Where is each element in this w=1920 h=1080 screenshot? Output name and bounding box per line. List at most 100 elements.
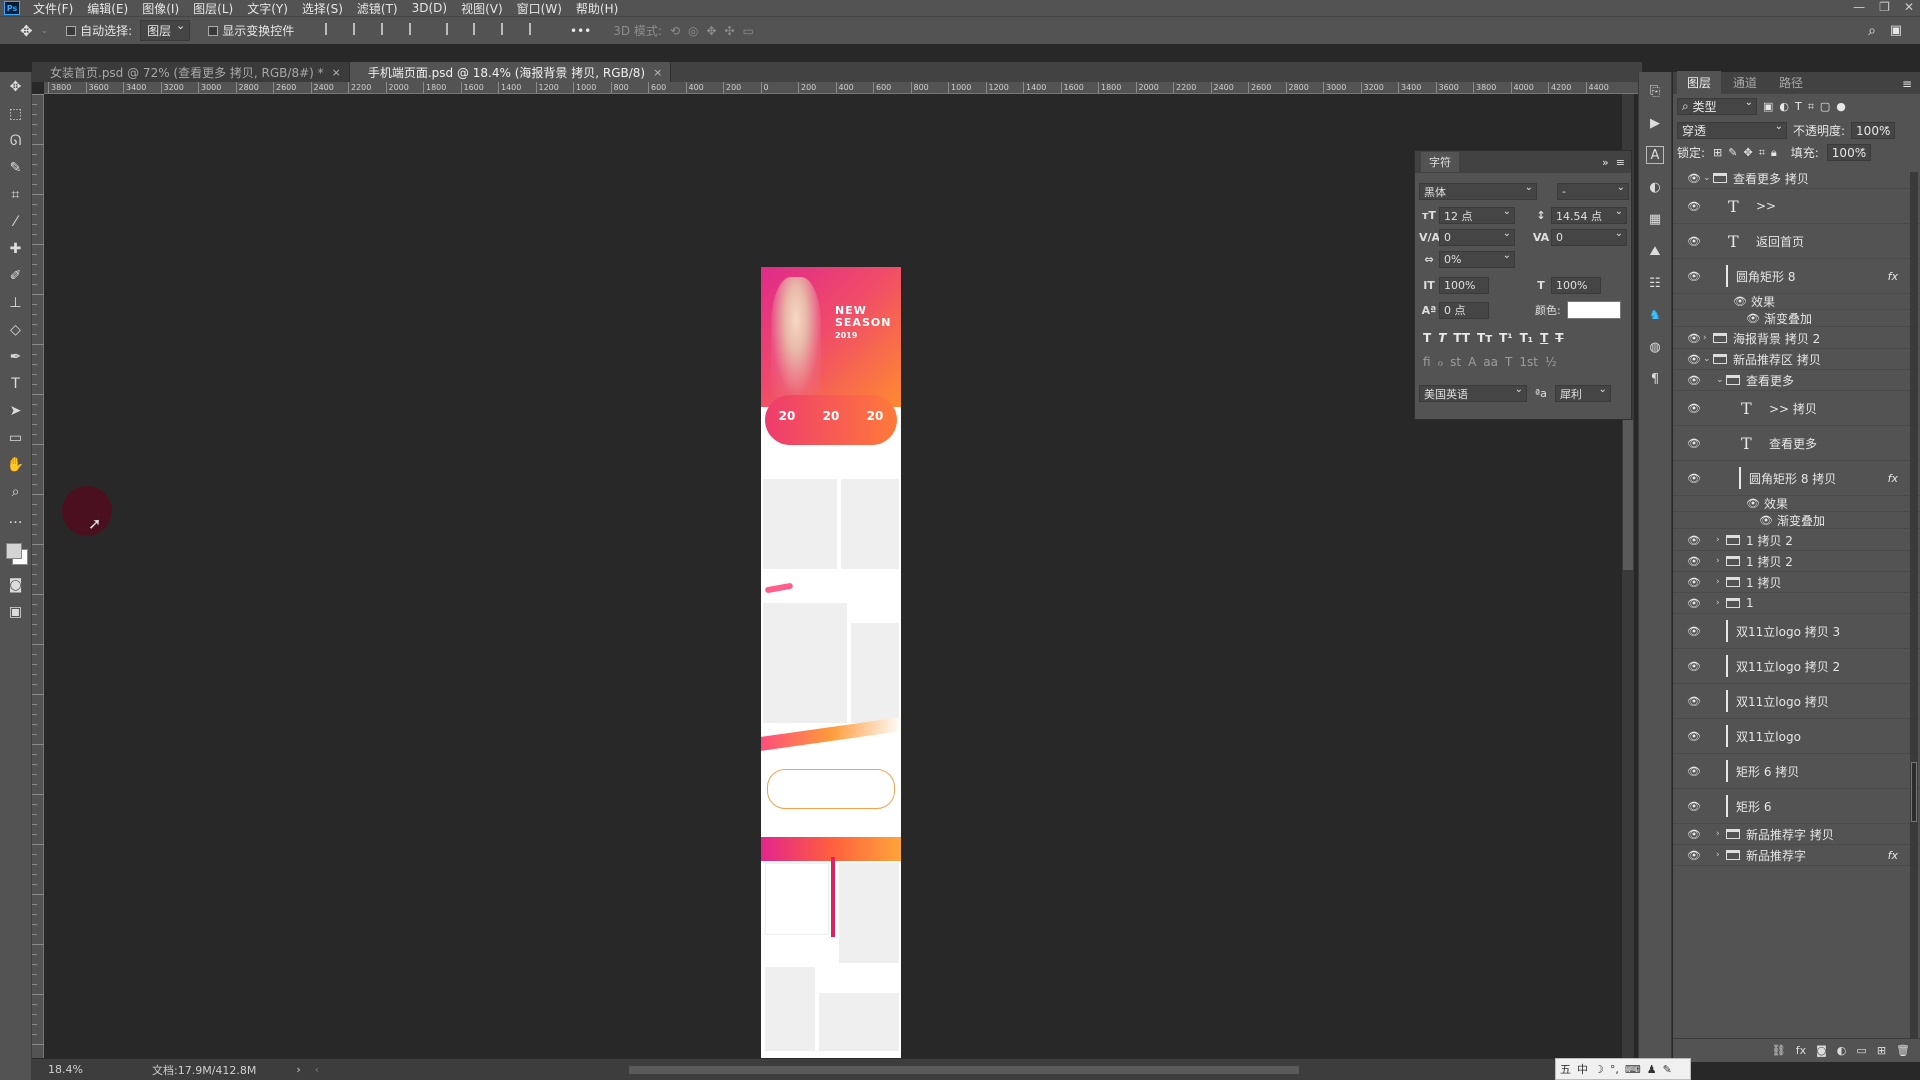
chevron-left-icon[interactable]: ‹	[315, 1063, 319, 1076]
menu-3d[interactable]: 3D(D)	[405, 1, 454, 15]
vertical-scroll-thumb[interactable]	[1623, 420, 1633, 570]
visibility-eye-icon[interactable]: 👁︎	[1733, 295, 1747, 308]
align-center-icon[interactable]	[353, 23, 367, 35]
auto-select-checkbox[interactable]: 自动选择:	[66, 22, 132, 39]
layer-row[interactable]: 👁︎ T >>	[1673, 189, 1920, 224]
layer-row[interactable]: 👁︎ ⌄ 新品推荐区 拷贝	[1673, 349, 1920, 370]
layer-row[interactable]: 👁︎ › 新品推荐字 拷贝	[1673, 824, 1920, 845]
photoshop-logo[interactable]: Ps	[4, 1, 20, 15]
visibility-eye-icon[interactable]: 👁︎	[1759, 514, 1773, 527]
eraser-tool-icon[interactable]: ◇	[5, 319, 27, 341]
close-button[interactable]: ✕	[1904, 0, 1914, 14]
canvas-area[interactable]: ➚ NEW SEASON 2019 20 20 20	[44, 94, 1628, 1058]
play-icon[interactable]: ▶	[1646, 114, 1664, 132]
menu-window[interactable]: 窗口(W)	[510, 0, 569, 17]
layer-row[interactable]: 👁︎ 双11立logo 拷贝	[1673, 684, 1920, 719]
search-icon[interactable]: ⌕	[1868, 23, 1876, 39]
grid-icon[interactable]: ▦	[1646, 210, 1664, 228]
more-options-button[interactable]: •••	[570, 24, 591, 38]
panel-title[interactable]: 字符	[1421, 152, 1459, 172]
layer-row[interactable]: 👁︎ ⌄ 查看更多	[1673, 370, 1920, 391]
menu-type[interactable]: 文字(Y)	[240, 0, 295, 17]
text-color-swatch[interactable]	[1566, 301, 1621, 319]
strikethrough-button[interactable]: T	[1555, 331, 1563, 345]
layer-row[interactable]: 👁︎ › 海报背景 拷贝 2	[1673, 328, 1920, 349]
menu-view[interactable]: 视图(V)	[454, 0, 510, 17]
visibility-eye-icon[interactable]: 👁︎	[1687, 402, 1701, 415]
language-select[interactable]: 美国英语	[1419, 384, 1527, 402]
path-select-icon[interactable]: ➤	[5, 400, 27, 422]
align-middle-icon[interactable]	[473, 23, 487, 35]
superscript-button[interactable]: T¹	[1499, 331, 1512, 345]
filter-icons[interactable]: ▣◐T⌗▢●	[1763, 100, 1852, 114]
layer-row[interactable]: 👁︎ 矩形 6 拷贝	[1673, 754, 1920, 789]
align-bottom-icon[interactable]	[501, 23, 515, 35]
ordinals-button[interactable]: 1st	[1519, 355, 1538, 369]
chevron-down-icon[interactable]: ⌄	[1703, 354, 1711, 364]
visibility-eye-icon[interactable]: 👁︎	[1687, 730, 1701, 743]
visibility-eye-icon[interactable]: 👁︎	[1746, 497, 1760, 510]
move-tool-icon[interactable]: ✥	[20, 22, 33, 40]
align-left-icon[interactable]	[325, 23, 339, 35]
align-right-icon[interactable]	[380, 23, 395, 35]
layer-row[interactable]: 👁︎ 效果	[1673, 496, 1920, 512]
underline-button[interactable]: T	[1540, 331, 1548, 345]
3d-tool-icons[interactable]: ⟲◎✥✣▭	[670, 24, 762, 38]
ime-item[interactable]: ☽	[1594, 1063, 1604, 1076]
new-layer-icon[interactable]: ⊞	[1877, 1044, 1886, 1057]
chevron-down-icon[interactable]: ⌄	[1703, 173, 1711, 183]
layer-row[interactable]: 👁︎ › 1 拷贝 2	[1673, 551, 1920, 572]
horizontal-ruler[interactable]: 3800 3600 3400 3200 3000 2800 2600 2400 2200 2000…	[44, 82, 1642, 94]
distribute-icon[interactable]	[408, 23, 423, 35]
chevron-right-icon[interactable]: ›	[1716, 598, 1720, 608]
vertical-ruler[interactable]	[32, 94, 44, 1058]
lasso-tool-icon[interactable]: ᘏ	[5, 130, 27, 152]
lock-icons[interactable]: ⊞✎✥⌗🔒︎	[1713, 146, 1783, 160]
stylistic-alternates-button[interactable]: st	[1450, 355, 1461, 369]
visibility-eye-icon[interactable]: 👁︎	[1687, 437, 1701, 450]
layer-row[interactable]: 👁︎ 矩形 6	[1673, 789, 1920, 824]
font-family-select[interactable]: 黑体	[1419, 182, 1537, 200]
zoom-tool-icon[interactable]: ⌕	[5, 481, 27, 503]
titling-button[interactable]: aa	[1483, 355, 1498, 369]
layer-row[interactable]: 👁︎ › 1 拷贝 2	[1673, 530, 1920, 551]
fractions-button[interactable]: ½	[1545, 355, 1557, 369]
ime-item[interactable]: ✎	[1663, 1063, 1672, 1076]
subscript-button[interactable]: T₁	[1520, 331, 1533, 345]
layers-scrollbar[interactable]	[1910, 172, 1918, 1052]
opacity-input[interactable]: 100%	[1851, 121, 1896, 139]
layer-row[interactable]: 👁︎ 圆角矩形 8 fx	[1673, 259, 1920, 294]
properties-icon[interactable]: ☷	[1646, 274, 1664, 292]
layer-row[interactable]: 👁︎ 双11立logo	[1673, 719, 1920, 754]
ime-item[interactable]: 中	[1577, 1061, 1588, 1077]
kerning-select[interactable]: 0	[1439, 228, 1515, 246]
chevron-right-icon[interactable]: ›	[1716, 556, 1720, 566]
layer-effects-badge[interactable]: fx	[1888, 849, 1898, 862]
visibility-eye-icon[interactable]: 👁︎	[1687, 534, 1701, 547]
tab-channels[interactable]: 通道	[1723, 71, 1767, 94]
show-transform-checkbox[interactable]: 显示变换控件	[208, 22, 294, 39]
zoom-level[interactable]: 18.4%	[32, 1063, 92, 1076]
stamp-tool-icon[interactable]: ⊥	[5, 292, 27, 314]
visibility-eye-icon[interactable]: 👁︎	[1687, 472, 1701, 485]
ime-item[interactable]: 五	[1560, 1061, 1571, 1077]
faux-italic-button[interactable]: T	[1438, 331, 1446, 345]
history-icon[interactable]: ⎘	[1646, 82, 1664, 100]
visibility-eye-icon[interactable]: 👁︎	[1687, 235, 1701, 248]
3d-icon[interactable]: ◍	[1646, 338, 1664, 356]
trash-icon[interactable]: 🗑︎	[1896, 1044, 1910, 1057]
new-group-icon[interactable]: ▭	[1856, 1044, 1866, 1057]
layer-row[interactable]: 👁︎ T >> 拷贝	[1673, 391, 1920, 426]
fill-input[interactable]: 100%	[1826, 143, 1871, 161]
horizontal-scroll-thumb[interactable]	[629, 1065, 1300, 1074]
menu-help[interactable]: 帮助(H)	[569, 0, 625, 17]
panel-menu-icon[interactable]: » ≡	[1602, 156, 1625, 169]
chevron-right-icon[interactable]: ›	[296, 1063, 300, 1076]
layer-row[interactable]: 👁︎ 效果	[1673, 294, 1920, 310]
layer-row[interactable]: 👁︎ 渐变叠加	[1673, 311, 1920, 327]
layer-row[interactable]: 👁︎ 双11立logo 拷贝 2	[1673, 649, 1920, 684]
mask-icon[interactable]: ◙	[1816, 1044, 1827, 1057]
visibility-eye-icon[interactable]: 👁︎	[1687, 849, 1701, 862]
tab-layers[interactable]: 图层	[1677, 71, 1722, 94]
layer-row[interactable]: 👁︎ › 1 拷贝	[1673, 572, 1920, 593]
